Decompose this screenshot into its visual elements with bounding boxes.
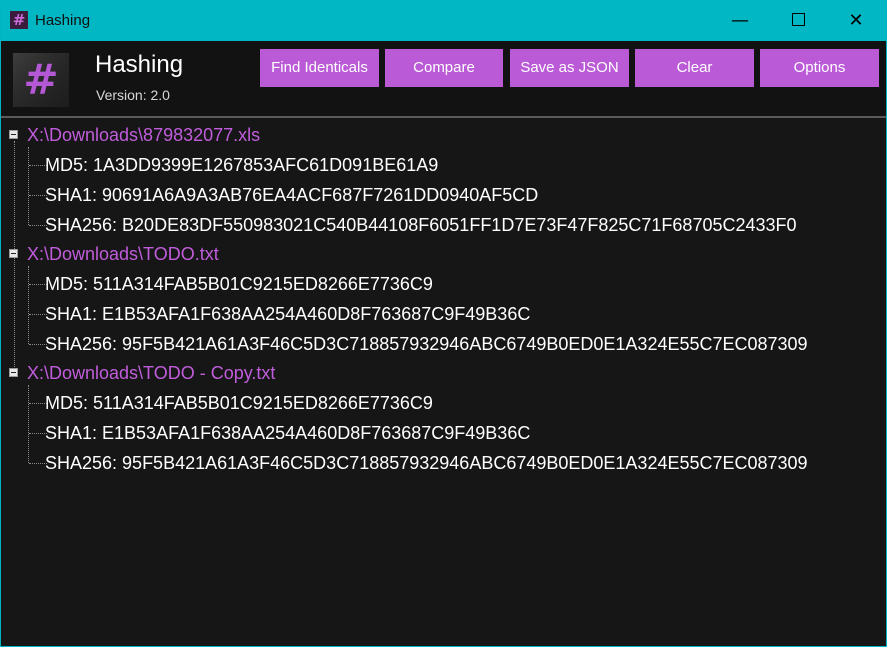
- sha1-hash[interactable]: SHA1: E1B53AFA1F638AA254A460D8F763687C9F…: [45, 421, 530, 445]
- version-label: Version: 2.0: [96, 87, 170, 103]
- hash-icon: #: [10, 11, 28, 29]
- save-as-json-button[interactable]: Save as JSON: [510, 49, 629, 87]
- md5-hash[interactable]: MD5: 511A314FAB5B01C9215ED8266E7736C9: [45, 272, 433, 296]
- hash-logo-icon: #: [13, 53, 69, 107]
- maximize-button[interactable]: [769, 1, 827, 41]
- tree-connector: [28, 385, 29, 463]
- app-header: # Hashing Version: 2.0 Find Identicals C…: [1, 41, 886, 116]
- minimize-button[interactable]: —: [711, 1, 769, 41]
- sha256-hash[interactable]: SHA256: 95F5B421A61A3F46C5D3C71885793294…: [45, 451, 808, 475]
- sha1-hash[interactable]: SHA1: 90691A6A9A3AB76EA4ACF687F7261DD094…: [45, 183, 538, 207]
- collapse-toggle-icon[interactable]: [9, 249, 18, 258]
- hash-tree[interactable]: X:\Downloads\879832077.xls MD5: 1A3DD939…: [1, 118, 886, 646]
- sha256-hash[interactable]: SHA256: B20DE83DF550983021C540B44108F605…: [45, 213, 797, 237]
- collapse-toggle-icon[interactable]: [9, 368, 18, 377]
- file-path[interactable]: X:\Downloads\TODO.txt: [27, 242, 219, 266]
- tree-connector: [28, 266, 29, 344]
- app-name: Hashing: [95, 51, 184, 78]
- close-button[interactable]: ✕: [827, 1, 885, 41]
- md5-hash[interactable]: MD5: 1A3DD9399E1267853AFC61D091BE61A9: [45, 153, 438, 177]
- title-bar[interactable]: # Hashing — ✕: [1, 1, 886, 41]
- sha1-hash[interactable]: SHA1: E1B53AFA1F638AA254A460D8F763687C9F…: [45, 302, 530, 326]
- md5-hash[interactable]: MD5: 511A314FAB5B01C9215ED8266E7736C9: [45, 391, 433, 415]
- collapse-toggle-icon[interactable]: [9, 130, 18, 139]
- options-button[interactable]: Options: [760, 49, 879, 87]
- tree-connector: [28, 147, 29, 225]
- window-title: Hashing: [35, 12, 91, 29]
- maximize-icon: [791, 13, 805, 26]
- find-identicals-button[interactable]: Find Identicals: [260, 49, 379, 87]
- file-path[interactable]: X:\Downloads\879832077.xls: [27, 123, 260, 147]
- clear-button[interactable]: Clear: [635, 49, 754, 87]
- compare-button[interactable]: Compare: [385, 49, 503, 87]
- sha256-hash[interactable]: SHA256: 95F5B421A61A3F46C5D3C71885793294…: [45, 332, 808, 356]
- logo-glyph: #: [23, 55, 59, 104]
- file-path[interactable]: X:\Downloads\TODO - Copy.txt: [27, 361, 275, 385]
- app-window: # Hashing — ✕ # Hashing Version: 2.0 Fin…: [0, 0, 887, 647]
